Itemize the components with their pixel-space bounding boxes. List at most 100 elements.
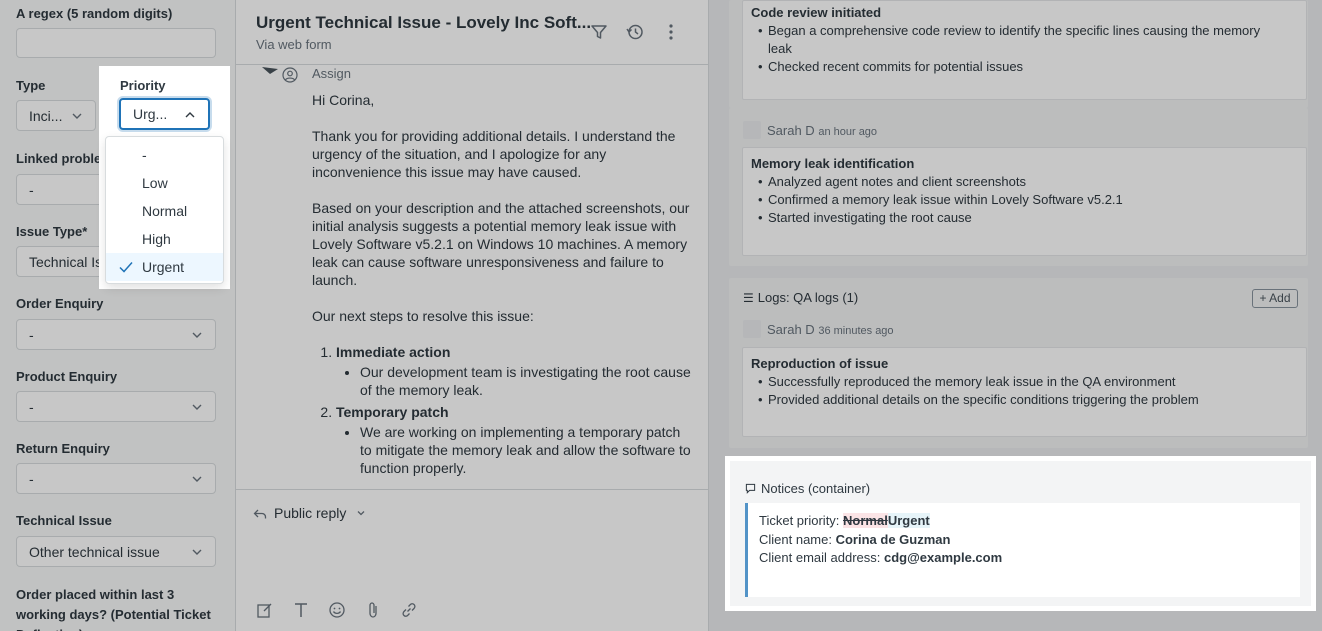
order-placed-label: Order placed within last 3 working days?… (16, 587, 211, 631)
regex-input[interactable] (16, 28, 216, 58)
note-card-code-review: Code review initiated Began a comprehens… (742, 0, 1307, 100)
notices-container: Notices (container) Ticket priority: Nor… (725, 456, 1316, 611)
order-enquiry-value: - (29, 327, 34, 343)
notices-header: Notices (container) (745, 481, 870, 496)
client-email-line: Client email address: cdg@example.com (759, 549, 1289, 568)
priority-label: Priority (120, 78, 166, 93)
chevron-down-icon (192, 476, 202, 482)
author-avatar-icon (743, 121, 761, 139)
reply-composer[interactable]: Public reply (236, 489, 709, 631)
linked-problem-value: - (29, 182, 34, 198)
context-panel: Code review initiated Began a comprehens… (709, 0, 1322, 631)
note-item: Began a comprehensive code review to ide… (758, 22, 1286, 58)
log-item: Provided additional details on the speci… (758, 391, 1286, 409)
product-enquiry-value: - (29, 399, 34, 415)
user-icon (282, 67, 298, 83)
priority-old-value: Normal (843, 513, 888, 528)
client-name-line: Client name: Corina de Guzman (759, 531, 1289, 550)
note-item: Confirmed a memory leak issue within Lov… (758, 191, 1286, 209)
message-body: Hi Corina, Thank you for providing addit… (312, 91, 692, 481)
client-name-label: Client name: (759, 531, 836, 547)
ticket-priority-line: Ticket priority: NormalUrgent (759, 512, 1289, 531)
note-title: Memory leak identification (751, 156, 915, 171)
message-paragraph: Thank you for providing additional detai… (312, 128, 676, 180)
priority-option-label: Urgent (142, 259, 185, 275)
author-name: Sarah D (767, 322, 815, 337)
step-title: Immediate action (336, 344, 451, 360)
chevron-down-icon (192, 549, 202, 555)
priority-new-value: Urgent (887, 513, 930, 528)
client-email-label: Client email address: (759, 550, 884, 565)
note-timestamp: an hour ago (818, 126, 878, 138)
step-detail: Our development team is investigating th… (360, 363, 692, 399)
comment-icon (745, 483, 756, 494)
list-icon: ☰ (743, 291, 754, 305)
message-thread: Assign Hi Corina, Thank you for providin… (236, 65, 709, 489)
attachment-icon[interactable] (364, 601, 382, 619)
list-item: Immediate action Our development team is… (336, 343, 692, 399)
chevron-down-icon (192, 332, 202, 338)
log-timestamp: 36 minutes ago (818, 325, 894, 337)
priority-menu: - Low Normal High Urgent (105, 136, 224, 284)
technical-issue-label: Technical Issue (16, 513, 112, 528)
message-greeting: Hi Corina, (312, 92, 375, 108)
reply-mode-label: Public reply (274, 505, 347, 521)
message-paragraph: Our next steps to resolve this issue: (312, 308, 534, 324)
note-item: Checked recent commits for potential iss… (758, 58, 1286, 76)
check-icon (119, 262, 133, 273)
return-enquiry-label: Return Enquiry (16, 441, 110, 456)
notices-title: Notices (container) (761, 481, 871, 496)
logs-title: Logs: QA logs (1) (757, 290, 859, 305)
priority-option-normal[interactable]: Normal (106, 197, 223, 225)
conversation-panel: Urgent Technical Issue - Lovely Inc Soft… (236, 0, 709, 631)
notice-card: Ticket priority: NormalUrgent Client nam… (745, 503, 1300, 597)
message-paragraph: Based on your description and the attach… (312, 200, 690, 288)
assign-link[interactable]: Assign (312, 66, 351, 81)
order-enquiry-select[interactable]: - (16, 319, 216, 350)
reply-mode-selector[interactable]: Public reply (274, 505, 366, 521)
order-enquiry-label: Order Enquiry (16, 296, 104, 311)
priority-option-urgent[interactable]: Urgent (106, 253, 223, 281)
product-enquiry-label: Product Enquiry (16, 369, 118, 384)
filter-icon[interactable] (589, 22, 609, 42)
note-author: Sarah D an hour ago (743, 121, 877, 139)
log-title: Reproduction of issue (751, 356, 889, 371)
log-card-reproduction: Reproduction of issue Successfully repro… (742, 347, 1307, 437)
note-item: Analyzed agent notes and client screensh… (758, 173, 1286, 191)
note-card-memory-leak: Memory leak identification Analyzed agen… (742, 147, 1307, 256)
history-icon[interactable] (625, 22, 645, 42)
add-log-button[interactable]: + Add (1252, 289, 1298, 308)
priority-option-low[interactable]: Low (106, 169, 223, 197)
compose-icon[interactable] (256, 601, 274, 619)
step-detail: We are working on implementing a tempora… (360, 423, 692, 477)
priority-field: Priority Urg... - Low Normal High Urgent (99, 66, 230, 289)
chevron-down-icon (357, 511, 365, 516)
technical-issue-select[interactable]: Other technical issue (16, 536, 216, 567)
priority-value: Urg... (133, 106, 168, 122)
ticket-channel: Via web form (256, 37, 332, 52)
emoji-icon[interactable] (328, 601, 346, 619)
return-enquiry-select[interactable]: - (16, 463, 216, 494)
product-enquiry-select[interactable]: - (16, 391, 216, 422)
link-icon[interactable] (400, 601, 418, 619)
chevron-up-icon (185, 112, 195, 118)
priority-option-high[interactable]: High (106, 225, 223, 253)
agent-avatar-icon (262, 67, 278, 74)
priority-select[interactable]: Urg... (119, 98, 210, 130)
type-select[interactable]: Inci... (16, 100, 96, 131)
text-format-icon[interactable] (292, 601, 310, 619)
list-item: Temporary patch We are working on implem… (336, 403, 692, 477)
type-value: Inci... (29, 108, 63, 124)
more-options-icon[interactable] (661, 22, 681, 42)
note-item: Started investigating the root cause (758, 209, 1286, 227)
logs-header: ☰ Logs: QA logs (1) (743, 290, 858, 305)
ticket-title: Urgent Technical Issue - Lovely Inc Soft… (256, 13, 592, 32)
issue-type-label: Issue Type* (16, 224, 88, 239)
author-name: Sarah D (767, 123, 815, 138)
log-item: Successfully reproduced the memory leak … (758, 373, 1286, 391)
type-label: Type (16, 78, 46, 93)
reply-icon (253, 509, 267, 519)
technical-issue-value: Other technical issue (29, 544, 160, 560)
priority-option-none[interactable]: - (106, 141, 223, 169)
chevron-down-icon (192, 404, 202, 410)
